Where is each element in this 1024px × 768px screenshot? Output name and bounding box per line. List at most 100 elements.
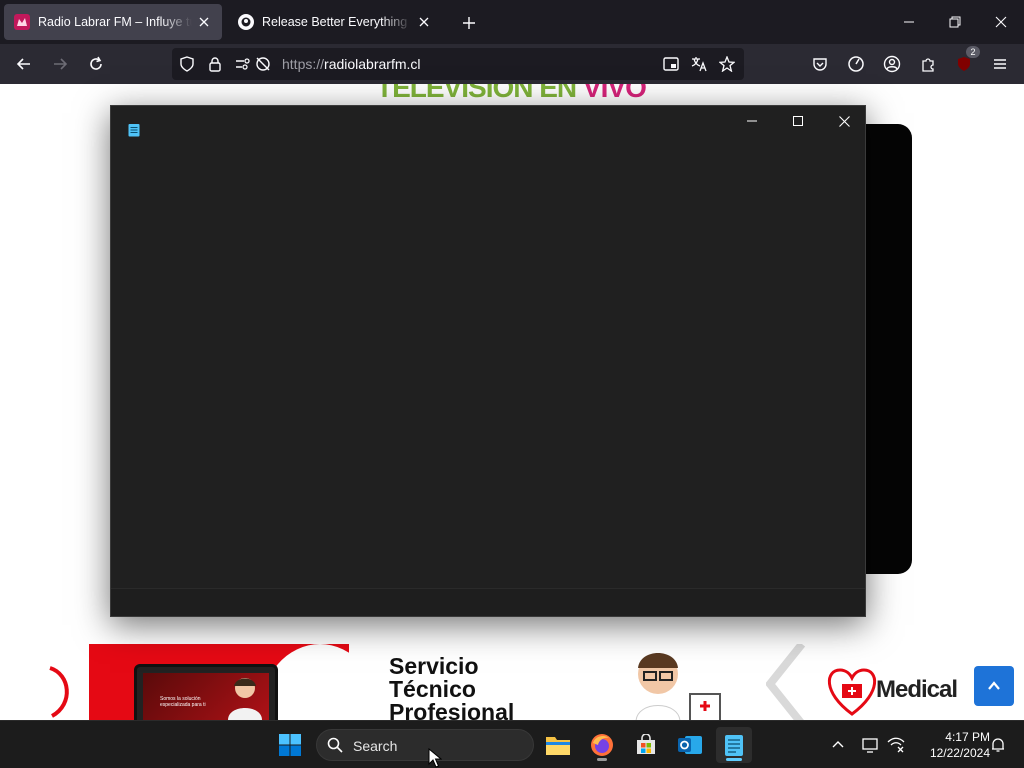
close-tab-icon[interactable] (416, 14, 432, 30)
hamburger-menu-icon (994, 59, 1006, 69)
app-status-bar (111, 588, 865, 616)
tab-release-better[interactable]: Release Better Everything + hot (228, 4, 442, 40)
ublock-shield-icon (958, 57, 970, 71)
app-maximize-button[interactable] (775, 106, 821, 136)
tracking-shield-icon[interactable] (178, 55, 196, 73)
extension-badge: 2 (966, 46, 980, 58)
back-button[interactable] (10, 50, 38, 78)
url-scheme: https:// (282, 56, 325, 72)
close-icon (995, 16, 1007, 28)
minimize-window-button[interactable] (886, 0, 932, 44)
windows-logo-icon (279, 734, 301, 756)
medical-logo[interactable]: Medical (822, 668, 972, 720)
taskbar-search[interactable]: Search (316, 729, 534, 761)
clock-date: 12/22/2024 (929, 746, 990, 760)
pocket-icon (813, 58, 827, 71)
plus-icon (463, 17, 475, 29)
chevron-up-icon (988, 681, 1000, 690)
notepad-icon (725, 735, 743, 756)
service-heading: Servicio Técnico Profesional (389, 653, 515, 721)
stethoscope-icon (49, 666, 69, 718)
store-bag-icon (637, 734, 655, 754)
taskbar-file-explorer[interactable] (540, 727, 576, 763)
url-text: https://radiolabrarfm.cl (282, 56, 421, 72)
app-close-button[interactable] (821, 106, 867, 136)
taskbar-notepad[interactable] (716, 727, 752, 763)
scroll-to-top-button[interactable] (974, 666, 1014, 706)
app-window-titlebar[interactable] (111, 106, 865, 138)
close-icon (838, 115, 850, 127)
minimize-icon (904, 21, 914, 23)
taskbar: Search 4:17 PM 12/22/2024 (0, 720, 1024, 768)
service-line-2: Técnico (389, 676, 476, 702)
taskbar-clock[interactable]: 4:17 PM 12/22/2024 (910, 729, 990, 761)
ublock-button[interactable]: 2 (952, 46, 980, 76)
clock-time: 4:17 PM (945, 730, 990, 744)
reload-button[interactable] (82, 50, 110, 78)
restore-icon (949, 16, 961, 28)
notepad-icon (128, 124, 140, 137)
account-icon (883, 55, 901, 73)
url-host: radiolabrarfm.cl (324, 56, 421, 72)
show-hidden-icons-button[interactable] (826, 733, 850, 757)
chevron-up-icon (832, 741, 844, 748)
reload-icon (90, 56, 102, 70)
maximize-icon (793, 116, 803, 126)
bookmark-star-icon[interactable] (718, 55, 736, 73)
radio-favicon-icon (14, 14, 30, 30)
forward-button[interactable] (46, 50, 74, 78)
permissions-icon[interactable] (234, 55, 252, 73)
technician-illustration-icon (635, 653, 721, 720)
doctor-illustration-icon (228, 678, 262, 720)
taskbar-outlook[interactable] (672, 727, 708, 763)
translate-icon[interactable] (690, 55, 708, 73)
laptop-promo-text: Somos la solución especializada para ti (160, 696, 220, 708)
display-tray-button[interactable] (858, 733, 882, 757)
laptop-promo-label: Somos la solución especializada para ti (160, 696, 206, 708)
close-tab-icon[interactable] (196, 14, 212, 30)
picture-in-picture-icon[interactable] (662, 55, 680, 73)
app-window[interactable] (110, 105, 866, 617)
start-button[interactable] (272, 727, 308, 763)
firefox-icon (591, 734, 613, 756)
browser-tab-bar: Radio Labrar FM – Influye tus se Release… (0, 0, 1024, 44)
outlook-icon (678, 736, 702, 754)
pocket-button[interactable] (808, 52, 832, 76)
folder-icon (546, 737, 570, 755)
medical-logo-text: Medical (876, 676, 958, 703)
heart-medical-icon (827, 668, 877, 716)
headline-pink-text: VIVO (582, 84, 647, 103)
taskbar-firefox[interactable] (584, 727, 620, 763)
browser-nav-bar: https://radiolabrarfm.cl 2 (0, 44, 1024, 84)
headline-green-text: TELEVISION EN (376, 84, 577, 103)
menu-button[interactable] (988, 52, 1012, 76)
app-minimize-button[interactable] (729, 106, 775, 136)
arrow-left-icon (16, 58, 30, 70)
account-button[interactable] (880, 52, 904, 76)
tab-title: Radio Labrar FM – Influye tus se (38, 15, 192, 29)
taskbar-store[interactable] (628, 727, 664, 763)
github-favicon-icon (238, 14, 254, 30)
tab-radio-labrar[interactable]: Radio Labrar FM – Influye tus se (4, 4, 222, 40)
close-window-button[interactable] (978, 0, 1024, 44)
restore-window-button[interactable] (932, 0, 978, 44)
puzzle-icon (922, 58, 934, 72)
page-headline: TELEVISION EN VIVO (376, 84, 647, 104)
tab-title: Release Better Everything + hot (262, 15, 412, 29)
bell-icon (992, 738, 1004, 752)
minimize-icon (747, 120, 757, 122)
service-line-1: Servicio (389, 653, 479, 679)
lock-icon[interactable] (206, 55, 224, 73)
mouse-cursor-icon (428, 748, 442, 768)
address-bar[interactable]: https://radiolabrarfm.cl (172, 48, 744, 80)
search-label: Search (353, 738, 398, 754)
service-line-3: Profesional (389, 699, 515, 721)
running-indicator (597, 758, 607, 761)
notifications-button[interactable] (986, 733, 1010, 757)
autoplay-blocked-icon[interactable] (254, 55, 272, 73)
extension-timer-button[interactable] (844, 52, 868, 76)
arrow-right-icon (54, 58, 68, 70)
new-tab-button[interactable] (458, 12, 480, 34)
network-volume-button[interactable] (884, 733, 908, 757)
extensions-button[interactable] (916, 52, 940, 76)
